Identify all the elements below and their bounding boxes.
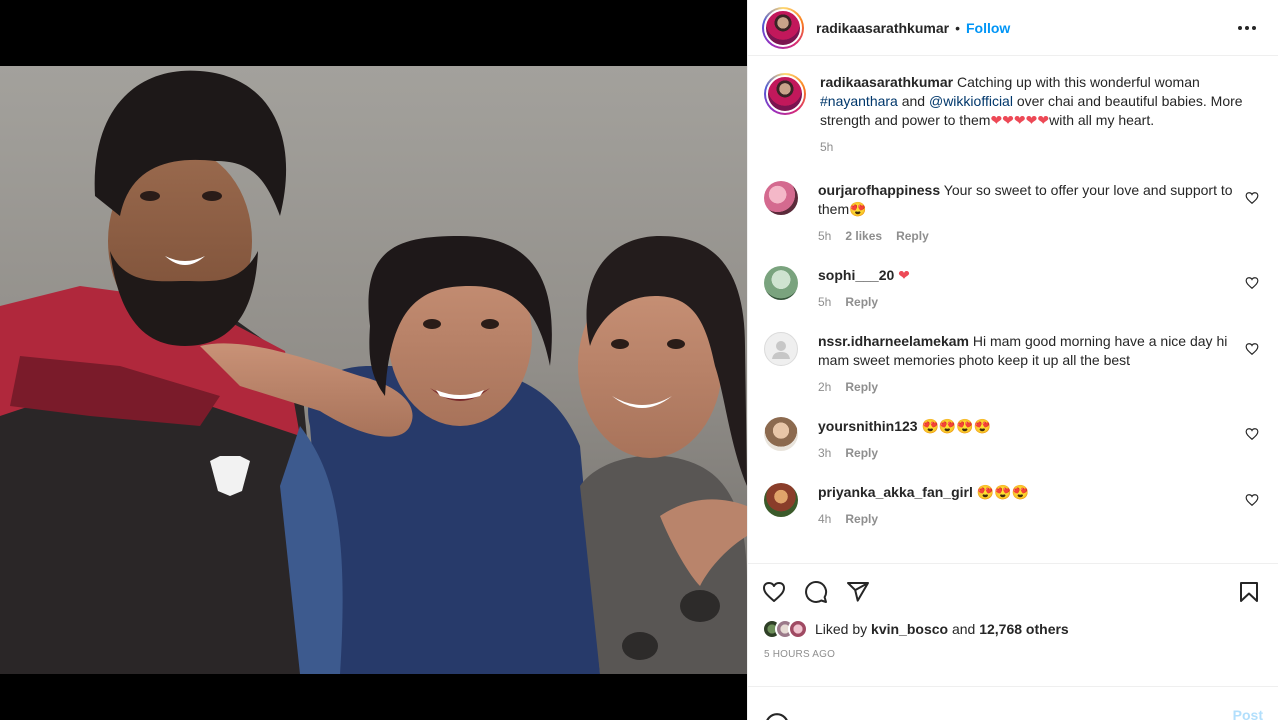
heart-icon[interactable] — [762, 580, 786, 604]
comment-item: yoursnithin123 😍😍😍😍 3h Reply — [764, 417, 1263, 463]
caption-time: 5h — [820, 140, 834, 154]
comment-icon[interactable] — [804, 580, 828, 604]
caption: radikaasarathkumar Catching up with this… — [764, 73, 1263, 157]
post-photo[interactable] — [0, 66, 747, 674]
post-photo-illustration — [0, 66, 747, 674]
caption-avatar[interactable] — [764, 73, 806, 115]
post-time-ago[interactable]: 5 HOURS AGO — [748, 649, 1278, 660]
action-icons-row — [748, 564, 1278, 620]
caption-username[interactable]: radikaasarathkumar — [820, 74, 953, 90]
author-username[interactable]: radikaasarathkumar — [816, 20, 949, 36]
ellipsis-icon — [1238, 26, 1256, 30]
caption-text-1: Catching up with this wonderful woman — [956, 74, 1200, 90]
reply-button[interactable]: Reply — [896, 227, 929, 246]
comment-item: priyanka_akka_fan_girl 😍😍😍 4h Reply — [764, 483, 1263, 529]
reply-button[interactable]: Reply — [845, 378, 878, 397]
follow-button[interactable]: Follow — [966, 20, 1010, 36]
comment-input[interactable] — [808, 716, 1208, 720]
likes-summary: Liked by kvin_bosco and 12,768 others — [748, 618, 1278, 640]
likes-middle: and — [951, 621, 976, 637]
comment-username[interactable]: yoursnithin123 — [818, 418, 918, 434]
likes-count[interactable]: 12,768 others — [979, 621, 1069, 637]
instagram-post-modal: radikaasarathkumar • Follow radikaasarat… — [0, 0, 1278, 720]
like-comment-heart-icon[interactable] — [1245, 191, 1259, 205]
like-comment-heart-icon[interactable] — [1245, 276, 1259, 290]
more-options-icon[interactable] — [1235, 16, 1259, 40]
like-comment-heart-icon[interactable] — [1245, 427, 1259, 441]
comment-text: ❤ — [898, 267, 910, 283]
reply-button[interactable]: Reply — [845, 444, 878, 463]
comment-username[interactable]: priyanka_akka_fan_girl — [818, 484, 973, 500]
comment-item: sophi___20 ❤ 5h Reply — [764, 266, 1263, 312]
commenter-avatar[interactable] — [764, 332, 798, 366]
caption-hearts: ❤❤❤❤❤ — [990, 112, 1050, 128]
bookmark-icon[interactable] — [1237, 580, 1261, 604]
add-comment-bar: Post — [748, 686, 1278, 720]
emoji-icon[interactable] — [764, 712, 790, 720]
like-comment-heart-icon[interactable] — [1245, 493, 1259, 507]
post-actions: Liked by kvin_bosco and 12,768 others 5 … — [748, 563, 1278, 660]
share-icon[interactable] — [846, 580, 870, 604]
reply-button[interactable]: Reply — [845, 293, 878, 312]
post-header: radikaasarathkumar • Follow — [748, 0, 1278, 56]
post-side-panel: radikaasarathkumar • Follow radikaasarat… — [747, 0, 1278, 720]
separator-dot: • — [955, 19, 960, 36]
reply-button[interactable]: Reply — [845, 510, 878, 529]
comment-time: 5h — [818, 295, 832, 309]
comment-time: 4h — [818, 512, 832, 526]
comment-time: 5h — [818, 229, 832, 243]
comment-username[interactable]: sophi___20 — [818, 267, 894, 283]
liker-avatar[interactable] — [788, 619, 808, 639]
comment-username[interactable]: ourjarofhappiness — [818, 182, 940, 198]
caption-text-4: with all my heart. — [1049, 112, 1155, 128]
likes-text[interactable]: Liked by kvin_bosco and 12,768 others — [815, 621, 1069, 637]
likes-user[interactable]: kvin_bosco — [871, 621, 948, 637]
comment-text: 😍😍😍 — [976, 484, 1030, 500]
commenter-avatar[interactable] — [764, 483, 798, 517]
like-comment-heart-icon[interactable] — [1245, 342, 1259, 356]
comment-item: nssr.idharneelamekam Hi mam good morning… — [764, 332, 1263, 397]
caption-mention[interactable]: @wikkiofficial — [929, 93, 1013, 109]
photo-pane — [0, 0, 747, 720]
comments-list[interactable]: radikaasarathkumar Catching up with this… — [748, 57, 1278, 563]
commenter-avatar[interactable] — [764, 181, 798, 215]
caption-hashtag[interactable]: #nayanthara — [820, 93, 898, 109]
commenter-avatar[interactable] — [764, 417, 798, 451]
comment-text: 😍😍😍😍 — [921, 418, 992, 434]
post-comment-button[interactable]: Post — [1233, 707, 1263, 720]
comment-item: ourjarofhappiness Your so sweet to offer… — [764, 181, 1263, 246]
author-avatar[interactable] — [762, 6, 804, 49]
likes-prefix: Liked by — [815, 621, 868, 637]
comment-time: 3h — [818, 446, 832, 460]
commenter-avatar[interactable] — [764, 266, 798, 300]
comment-username[interactable]: nssr.idharneelamekam — [818, 333, 969, 349]
default-user-icon — [772, 341, 790, 359]
comment-time: 2h — [818, 380, 832, 394]
caption-text-2: and — [901, 93, 926, 109]
comment-likes[interactable]: 2 likes — [845, 227, 882, 246]
